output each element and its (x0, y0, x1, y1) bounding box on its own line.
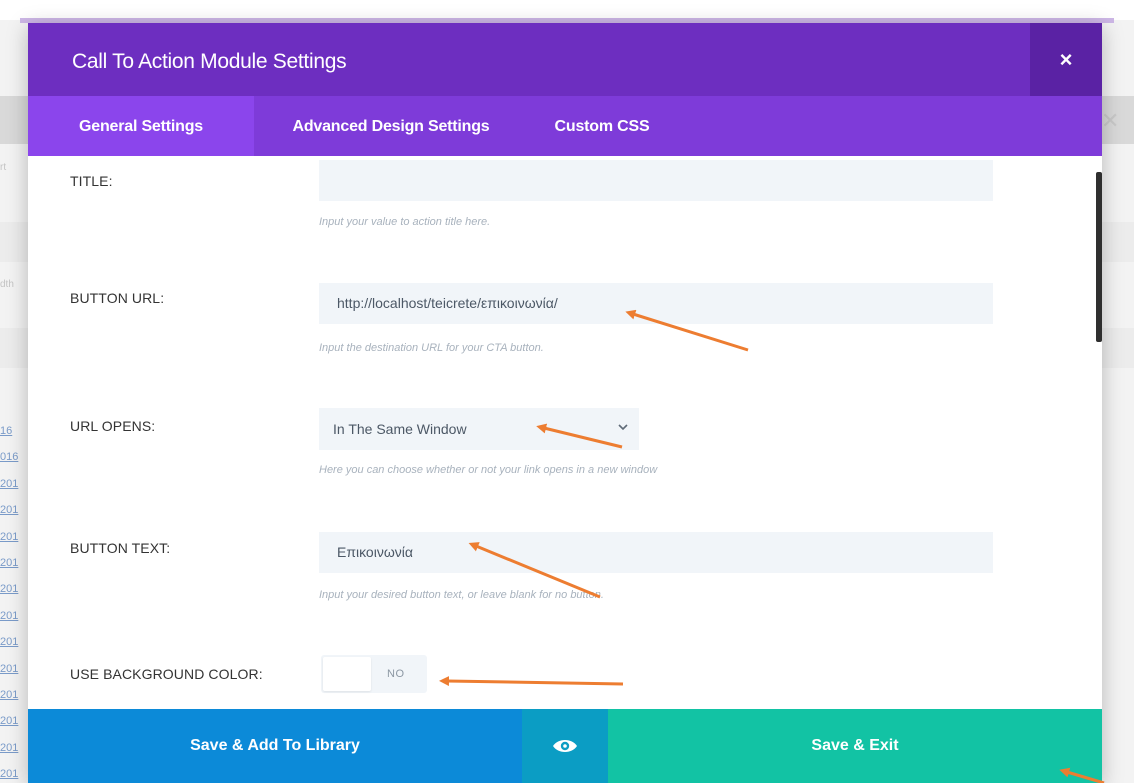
eye-icon (553, 740, 577, 752)
background-link[interactable]: 201 (0, 524, 30, 550)
background-link[interactable]: 201 (0, 629, 30, 655)
scrollbar-thumb[interactable] (1096, 172, 1102, 342)
tab-general-settings[interactable]: General Settings (28, 96, 254, 156)
background-link[interactable]: 016 (0, 444, 30, 470)
background-link-list: 16 016 201 201 201 201 201 201 201 201 2… (0, 418, 30, 783)
modal-footer: Save & Add To Library Save & Exit (28, 709, 1102, 783)
close-icon: × (1059, 46, 1073, 72)
button-url-label: BUTTON URL: (70, 290, 165, 306)
background-topbar (0, 0, 1134, 20)
background-close-icon: ✕ (1101, 108, 1120, 133)
module-settings-modal: Call To Action Module Settings × General… (28, 23, 1102, 783)
save-add-to-library-button[interactable]: Save & Add To Library (28, 709, 522, 783)
url-opens-value: In The Same Window (333, 421, 467, 437)
background-side-text: dth (0, 279, 14, 290)
tab-custom-css[interactable]: Custom CSS (528, 96, 676, 156)
button-url-description: Input the destination URL for your CTA b… (319, 342, 544, 354)
title-input[interactable] (319, 160, 993, 201)
background-link[interactable]: 201 (0, 497, 30, 523)
background-link[interactable]: 201 (0, 708, 30, 734)
close-button[interactable]: × (1030, 23, 1102, 96)
button-url-input[interactable]: http://localhost/teicrete/επικοινωνία/ (319, 283, 993, 324)
use-background-color-toggle[interactable]: NO (321, 655, 427, 693)
background-side-text: rt (0, 162, 7, 173)
background-link[interactable]: 16 (0, 418, 30, 444)
chevron-down-icon (618, 424, 628, 431)
button-text-input[interactable]: Επικοινωνία (319, 532, 993, 573)
background-link[interactable]: 201 (0, 682, 30, 708)
preview-button[interactable] (522, 709, 608, 783)
title-label: TITLE: (70, 173, 113, 189)
settings-tabs: General Settings Advanced Design Setting… (28, 96, 1102, 156)
background-link[interactable]: 201 (0, 576, 30, 602)
toggle-knob (323, 657, 371, 691)
url-opens-select[interactable]: In The Same Window (319, 408, 639, 450)
button-text-label: BUTTON TEXT: (70, 540, 171, 556)
background-link[interactable]: 201 (0, 735, 30, 761)
background-link[interactable]: 201 (0, 603, 30, 629)
background-link[interactable]: 201 (0, 761, 30, 783)
modal-header: Call To Action Module Settings × (28, 23, 1102, 96)
url-opens-label: URL OPENS: (70, 418, 156, 434)
background-link[interactable]: 201 (0, 656, 30, 682)
modal-title: Call To Action Module Settings (72, 50, 347, 73)
use-background-color-label: USE BACKGROUND COLOR: (70, 666, 263, 682)
button-text-description: Input your desired button text, or leave… (319, 589, 604, 601)
save-and-exit-button[interactable]: Save & Exit (608, 709, 1102, 783)
settings-content: TITLE: Input your value to action title … (28, 156, 1102, 709)
toggle-state: NO (387, 668, 405, 680)
title-description: Input your value to action title here. (319, 216, 491, 228)
page: ✕ rt dth 16 016 201 201 201 201 201 201 … (0, 0, 1134, 783)
background-link[interactable]: 201 (0, 471, 30, 497)
tab-advanced-design-settings[interactable]: Advanced Design Settings (254, 96, 528, 156)
background-link[interactable]: 201 (0, 550, 30, 576)
url-opens-description: Here you can choose whether or not your … (319, 464, 658, 476)
